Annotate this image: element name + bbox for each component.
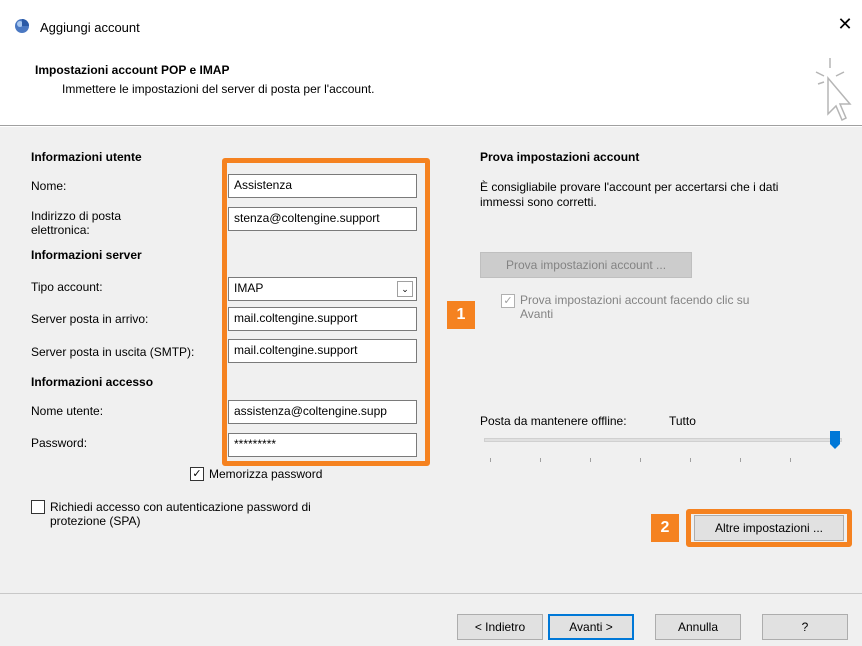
username-label: Nome utente: xyxy=(31,404,104,418)
spa-label-line2: protezione (SPA) xyxy=(50,514,141,528)
back-button[interactable]: < Indietro xyxy=(457,614,543,640)
next-button[interactable]: Avanti > xyxy=(548,614,634,640)
step-badge-2: 2 xyxy=(651,514,679,542)
slider-tick xyxy=(740,458,741,462)
remember-password-label: Memorizza password xyxy=(209,467,323,481)
auto-test-label-line2: Avanti xyxy=(520,307,554,321)
login-info-heading: Informazioni accesso xyxy=(31,375,154,389)
window-title: Aggiungi account xyxy=(40,20,140,35)
slider-tick xyxy=(590,458,591,462)
password-label: Password: xyxy=(31,436,88,450)
test-account-button[interactable]: Prova impostazioni account ... xyxy=(480,252,692,278)
highlight-box-fields xyxy=(222,158,430,466)
account-type-label: Tipo account: xyxy=(31,280,103,294)
more-settings-button[interactable]: Altre impostazioni ... xyxy=(694,515,844,541)
slider-tick xyxy=(490,458,491,462)
user-info-heading: Informazioni utente xyxy=(31,150,142,164)
remember-password-checkbox[interactable]: ✓ xyxy=(190,467,204,481)
incoming-server-label: Server posta in arrivo: xyxy=(31,312,149,326)
close-icon[interactable]: ✕ xyxy=(834,14,856,35)
email-label-line2: elettronica: xyxy=(31,223,90,237)
spa-label-line1: Richiedi accesso con autenticazione pass… xyxy=(50,500,311,514)
click-cursor-icon xyxy=(815,58,852,122)
name-label: Nome: xyxy=(31,179,67,193)
help-button[interactable]: ? xyxy=(762,614,848,640)
slider-tick xyxy=(540,458,541,462)
slider-tick xyxy=(790,458,791,462)
cancel-button[interactable]: Annulla xyxy=(655,614,741,640)
spa-checkbox[interactable] xyxy=(31,500,45,514)
email-label-line1: Indirizzo di posta xyxy=(31,209,122,223)
slider-tick xyxy=(690,458,691,462)
step-badge-1: 1 xyxy=(447,301,475,329)
test-heading: Prova impostazioni account xyxy=(480,150,640,164)
offline-label: Posta da mantenere offline: xyxy=(480,414,627,428)
slider-tick xyxy=(640,458,641,462)
header-title: Impostazioni account POP e IMAP xyxy=(35,63,230,77)
server-info-heading: Informazioni server xyxy=(31,248,142,262)
offline-slider-track[interactable] xyxy=(484,438,842,442)
outlook-account-icon xyxy=(15,19,29,33)
header-subtitle: Immettere le impostazioni del server di … xyxy=(62,82,375,96)
test-description-line2: immessi sono corretti. xyxy=(480,195,597,209)
auto-test-checkbox[interactable]: ✓ xyxy=(501,294,515,308)
offline-value: Tutto xyxy=(669,414,696,428)
outgoing-server-label: Server posta in uscita (SMTP): xyxy=(31,345,195,359)
test-description-line1: È consigliabile provare l'account per ac… xyxy=(480,180,779,194)
auto-test-label-line1: Prova impostazioni account facendo clic … xyxy=(520,293,750,307)
